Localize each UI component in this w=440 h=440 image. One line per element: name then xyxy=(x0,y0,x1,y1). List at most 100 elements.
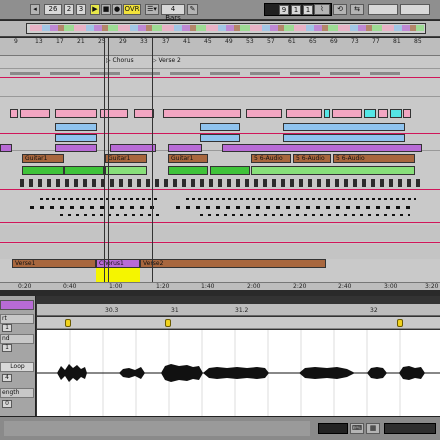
clip-verse2[interactable]: Verse2 xyxy=(140,259,326,268)
time-label: 2:40 xyxy=(338,283,352,290)
tempo-field[interactable]: 26 xyxy=(44,4,62,15)
ruler-bar: 81 xyxy=(393,38,401,45)
clip-color-tab[interactable] xyxy=(0,300,34,310)
clip-blue[interactable] xyxy=(55,134,97,142)
midi-notes xyxy=(20,179,420,187)
quantize-field[interactable]: 4 Bars xyxy=(161,4,185,22)
clip-audio[interactable]: 5 6-Audio xyxy=(293,154,331,163)
clip-verse1[interactable]: Verse1 xyxy=(12,259,96,268)
ruler-bar: 29 xyxy=(119,38,127,45)
clip-green[interactable] xyxy=(168,166,208,175)
detail-ruler-label: 31 xyxy=(171,307,179,314)
quantize-menu-icon[interactable]: ☰▾ xyxy=(145,4,159,15)
ovr-button[interactable]: OVR xyxy=(123,4,141,15)
clip-pink[interactable] xyxy=(332,109,362,118)
clip-pink[interactable] xyxy=(163,109,241,118)
position-beat-field[interactable]: 1 xyxy=(291,5,301,15)
midi-notes xyxy=(200,214,410,216)
clip-pink[interactable] xyxy=(55,109,97,118)
clip-blue[interactable] xyxy=(283,134,405,142)
beat-field[interactable]: 3 xyxy=(76,4,86,15)
clip-chorus1[interactable]: Chorus1 xyxy=(96,259,140,268)
clip-purple[interactable] xyxy=(110,144,156,152)
time-ruler[interactable]: 0:20 0:40 1:00 1:20 1:40 2:00 2:20 2:40 … xyxy=(0,282,440,290)
position-sixteenth-field[interactable]: 1 xyxy=(303,5,313,15)
stop-button[interactable]: ■ xyxy=(101,4,111,15)
draw-mode-icon[interactable]: ✎ xyxy=(187,4,198,15)
loop-button[interactable]: Loop xyxy=(0,362,34,372)
keyboard-map-icon[interactable]: ⌨ xyxy=(350,423,364,434)
warp-marker[interactable] xyxy=(65,319,71,327)
bar-field[interactable]: 2 xyxy=(64,4,74,15)
loop-length-field[interactable] xyxy=(400,4,430,15)
clip-guitar[interactable]: Guitar1 xyxy=(168,154,208,163)
clip-blue[interactable] xyxy=(200,123,240,131)
loop-start-field[interactable] xyxy=(368,4,398,15)
ruler-bar: 49 xyxy=(225,38,233,45)
clip-cyan[interactable] xyxy=(390,109,402,118)
ruler-bar: 17 xyxy=(56,38,64,45)
locator-label: Verse 2 xyxy=(158,57,181,64)
length-value-field[interactable]: 0 xyxy=(2,400,12,408)
tap-button[interactable]: ◂ xyxy=(30,4,40,15)
clip-lightgreen[interactable] xyxy=(251,166,415,175)
clip-purple[interactable] xyxy=(168,144,202,152)
clip-blue[interactable] xyxy=(55,123,97,131)
clip-guitar[interactable]: Guitar1 xyxy=(22,154,64,163)
warp-marker[interactable] xyxy=(165,319,171,327)
clip-green[interactable] xyxy=(22,166,64,175)
clip-pink[interactable] xyxy=(378,109,388,118)
clip-cyan[interactable] xyxy=(324,109,330,118)
start-value-field[interactable]: 1 xyxy=(2,324,12,332)
loop-switch-icon[interactable]: ⟲ xyxy=(333,4,347,15)
clip-green[interactable] xyxy=(64,166,104,175)
automation-line xyxy=(0,222,440,223)
time-label: 1:20 xyxy=(156,283,170,290)
cpu-meter xyxy=(318,423,348,434)
end-value-field[interactable]: 1 xyxy=(2,344,12,352)
clip-purple[interactable] xyxy=(0,144,12,152)
position-bar-field[interactable]: 9 xyxy=(279,5,289,15)
clip-pink[interactable] xyxy=(286,109,322,118)
clip-purple[interactable] xyxy=(222,144,422,152)
clip-blue[interactable] xyxy=(200,134,240,142)
midi-notes xyxy=(40,198,160,200)
clip-green[interactable] xyxy=(210,166,250,175)
warp-marker-strip[interactable] xyxy=(37,317,440,329)
time-selection[interactable] xyxy=(96,268,140,282)
midi-map-icon[interactable]: ▦ xyxy=(366,423,380,434)
clip-audio[interactable]: 5 6-Audio xyxy=(333,154,415,163)
clip-pink[interactable] xyxy=(10,109,18,118)
clip-purple[interactable] xyxy=(55,144,97,152)
clip-cyan[interactable] xyxy=(364,109,376,118)
clip-lightgreen[interactable] xyxy=(105,166,147,175)
locator-verse2[interactable]: ▷ Verse 2 xyxy=(152,57,192,66)
punch-icon[interactable]: ⇆ xyxy=(350,4,364,15)
waveform-display[interactable] xyxy=(37,330,440,416)
detail-ruler-label: 31.2 xyxy=(235,307,249,314)
length-label: ength xyxy=(0,388,34,398)
automation-line xyxy=(0,77,440,78)
track-separator xyxy=(0,96,440,97)
midi-notes xyxy=(186,198,416,200)
track-selector[interactable] xyxy=(384,423,436,434)
clip-pink[interactable] xyxy=(246,109,282,118)
clip-blue[interactable] xyxy=(283,123,405,131)
play-button[interactable]: ▶ xyxy=(90,4,100,15)
clip-pink[interactable] xyxy=(20,109,50,118)
beat-ruler[interactable]: 9 13 17 21 25 29 33 37 41 45 49 53 57 61… xyxy=(0,38,440,56)
loop-position-field[interactable]: 4 xyxy=(2,374,12,382)
clip-guitar[interactable]: Guitar1 xyxy=(105,154,147,163)
clip-pink[interactable] xyxy=(134,109,154,118)
clip-pink[interactable] xyxy=(403,109,411,118)
detail-ruler[interactable]: 30.3 31 31.2 32 xyxy=(37,304,440,316)
automation-line xyxy=(0,189,440,190)
time-label: 3:00 xyxy=(384,283,398,290)
record-button[interactable]: ● xyxy=(112,4,122,15)
locator-chorus[interactable]: ▷ Chorus xyxy=(106,57,146,66)
warp-marker[interactable] xyxy=(397,319,403,327)
overview-strip[interactable] xyxy=(0,21,440,37)
arrangement-view[interactable]: 9 13 17 21 25 29 33 37 41 45 49 53 57 61… xyxy=(0,38,440,290)
follow-icon[interactable]: ⌇ xyxy=(314,4,330,15)
clip-audio[interactable]: 5 6-Audio xyxy=(251,154,291,163)
